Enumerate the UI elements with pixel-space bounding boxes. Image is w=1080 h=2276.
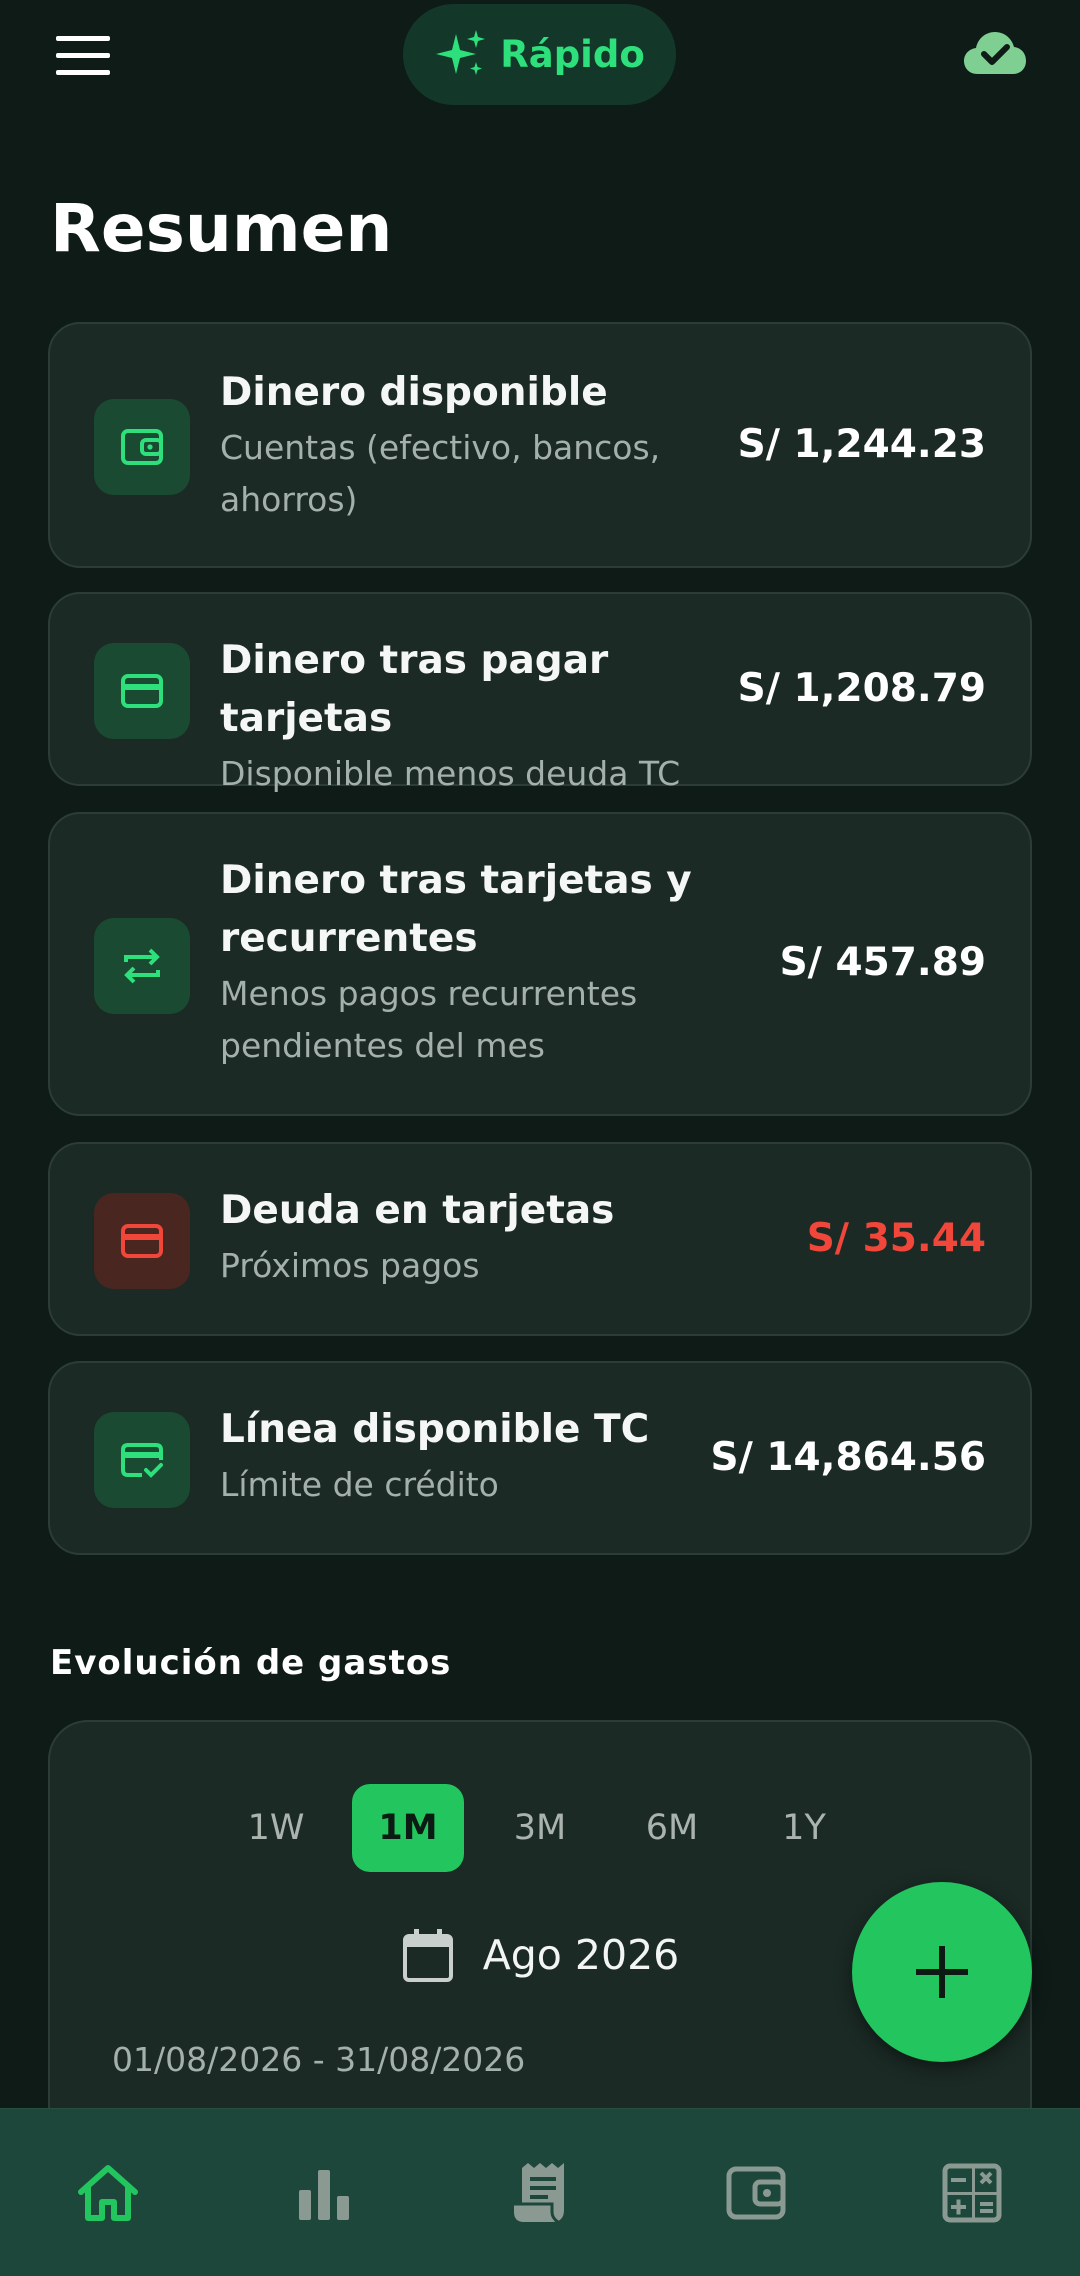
nav-stats[interactable] [264,2133,384,2253]
card-amount: S/ 14,864.56 [710,1435,987,1480]
card-amount: S/ 1,208.79 [737,666,986,711]
card-check-icon [121,1443,163,1478]
calendar-icon [402,1929,453,1982]
range-selector: 1W 1M 3M 6M 1Y [50,1784,1030,1872]
card-amount: S/ 457.89 [779,940,986,985]
summary-card-after-recurring[interactable]: Dinero tras tarjetas y recurrentes Menos… [48,812,1032,1116]
nav-calculator[interactable] [912,2133,1032,2253]
card-label: Dinero disponible [220,370,608,415]
repeat-icon [124,948,160,984]
page-title: Resumen [50,190,393,267]
calculator-icon [942,2163,1002,2222]
summary-card-credit-line[interactable]: Línea disponible TC Límite de crédito S/… [48,1361,1032,1555]
range-3m[interactable]: 3M [484,1784,596,1872]
quick-add-label: Rápido [500,33,645,76]
card-label: Dinero tras pagar tarjetas [220,638,609,741]
card-subtitle: Menos pagos recurrentes pendientes del m… [220,974,638,1065]
summary-card-available[interactable]: Dinero disponible Cuentas (efectivo, ban… [48,322,1032,568]
card-subtitle: Próximos pagos [220,1246,480,1285]
wallet-icon [726,2166,786,2219]
card-label: Línea disponible TC [220,1407,650,1452]
sparkle-icon [436,29,486,75]
nav-accounts[interactable] [696,2133,816,2253]
cloud-sync-icon[interactable] [962,28,1028,78]
bar-chart-icon [299,2169,349,2220]
card-subtitle: Disponible menos deuda TC [220,754,681,793]
plus-icon [916,1946,968,1998]
range-1y[interactable]: 1Y [748,1784,860,1872]
menu-icon[interactable] [56,36,112,76]
range-1w[interactable]: 1W [220,1784,332,1872]
home-icon [78,2164,138,2221]
summary-card-card-debt[interactable]: Deuda en tarjetas Próximos pagos S/ 35.4… [48,1142,1032,1336]
card-amount: S/ 35.44 [806,1216,986,1261]
credit-card-icon [121,674,163,708]
add-transaction-button[interactable] [852,1882,1032,2062]
wallet-icon [121,429,163,465]
range-6m[interactable]: 6M [616,1784,728,1872]
nav-transactions[interactable] [480,2133,600,2253]
top-app-bar: Rápido [0,0,1080,115]
card-label: Deuda en tarjetas [220,1188,615,1233]
quick-add-button[interactable]: Rápido [403,4,676,105]
date-range: 01/08/2026 - 31/08/2026 [112,2040,526,2079]
range-1m[interactable]: 1M [352,1784,464,1872]
month-label: Ago 2026 [482,1931,680,1979]
credit-card-icon [121,1224,163,1258]
section-title: Evolución de gastos [50,1643,452,1683]
receipt-icon [514,2162,564,2223]
card-label: Dinero tras tarjetas y recurrentes [220,858,692,961]
card-subtitle: Cuentas (efectivo, bancos, ahorros) [220,428,661,519]
card-subtitle: Límite de crédito [220,1465,499,1504]
summary-card-after-cards[interactable]: Dinero tras pagar tarjetas Disponible me… [48,592,1032,793]
bottom-navigation [0,2108,1080,2276]
nav-home[interactable] [48,2133,168,2253]
card-amount: S/ 1,244.23 [737,422,986,467]
